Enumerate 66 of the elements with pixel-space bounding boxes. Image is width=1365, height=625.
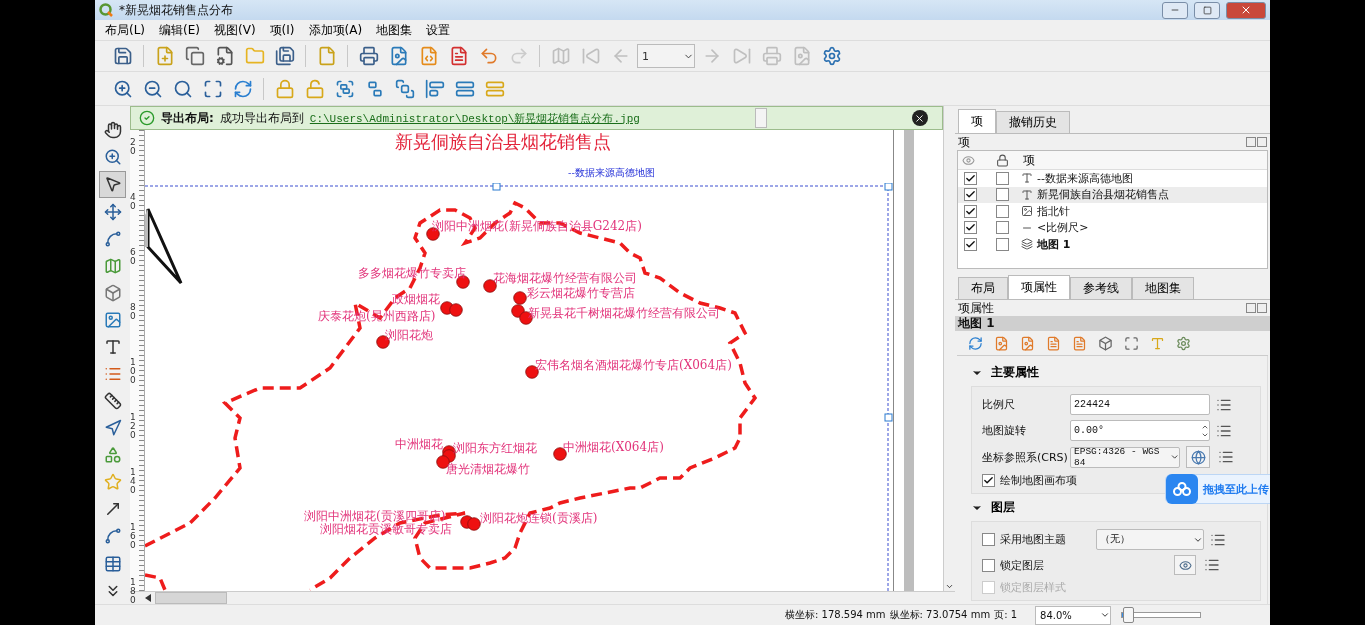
store-label: 浏阳花炮 <box>385 328 433 342</box>
store-label: 中洲烟花(X064店) <box>563 440 664 454</box>
checkbox-label: 锁定图层样式 <box>1000 580 1066 595</box>
scale-field[interactable]: 224424 <box>1070 394 1210 415</box>
item-name: --数据来源高德地图 <box>1037 170 1134 186</box>
ruler-number: 20 <box>130 138 137 156</box>
menu-item[interactable]: 地图集 <box>369 19 420 41</box>
page-indicator: 页: 1 <box>994 608 1018 622</box>
item-header: 地图 1 <box>955 316 1270 331</box>
crs-dropdown[interactable]: EPSG:4326 - WGS 84 <box>1070 446 1180 468</box>
column-header: 项 <box>1022 151 1036 169</box>
y-coordinate: 纵坐标: 73.0754 mm <box>889 608 991 622</box>
ruler-number: 60 <box>130 248 137 266</box>
map-subtitle: --数据来源高德地图 <box>568 166 655 180</box>
message-title: 导出布局: <box>161 109 214 127</box>
ruler-number: 180 <box>130 578 137 604</box>
panel-title: 项属性 <box>958 299 994 317</box>
store-label: 中洲烟花 <box>395 437 443 451</box>
store-label: 花海烟花爆竹经营有限公司 <box>493 271 637 285</box>
ruler-number: 40 <box>130 193 137 211</box>
item-name: <比例尺> <box>1037 220 1090 236</box>
panel-tab[interactable]: 项 <box>958 109 996 133</box>
ruler-number: 140 <box>130 468 137 495</box>
panel-tab[interactable]: 地图集 <box>1132 277 1194 299</box>
panel-title: 项 <box>958 133 970 151</box>
message-text: 成功导出布局到 <box>219 109 304 127</box>
item-name: 地图 1 <box>1037 236 1072 252</box>
store-label: 新晃县花千树烟花爆竹经营有限公司 <box>528 306 720 320</box>
field-label: 比例尺 <box>982 397 1016 412</box>
menu-item[interactable]: 布局(L) <box>98 19 153 41</box>
store-label: 政烟烟花 <box>392 292 440 306</box>
store-label: 彩云烟花爆竹专营店 <box>527 286 635 300</box>
ruler-number: 120 <box>130 413 137 440</box>
file-path-link[interactable]: C:\Users\Administrator\Desktop\新晃烟花销售点分布.jpg <box>309 110 640 126</box>
upload-drop-toast[interactable]: 拖拽至此上传 <box>1165 474 1270 504</box>
checkbox-label: 绘制地图画布项 <box>1000 473 1077 488</box>
checkbox-label: 锁定图层 <box>1000 557 1044 573</box>
store-label: 浏阳中洲烟花(贡溪四哥店) <box>304 509 446 523</box>
menu-item[interactable]: 设置 <box>419 19 458 41</box>
field-label: 地图旋转 <box>982 423 1027 438</box>
section-header[interactable]: 主要属性 <box>971 364 1261 381</box>
panel-tab[interactable]: 参考线 <box>1070 277 1132 299</box>
item-name: 指北针 <box>1037 203 1071 219</box>
menu-item[interactable]: 项(I) <box>262 19 302 41</box>
menu-item[interactable]: 添加项(A) <box>301 19 370 41</box>
checkbox-label: 采用地图主题 <box>1000 532 1066 547</box>
x-coordinate: 横坐标: 178.594 mm <box>785 608 886 622</box>
window-title: *新晃烟花销售点分布 <box>119 1 234 19</box>
store-label: 浏阳花炮连锁(贡溪店) <box>480 511 598 525</box>
store-label: 多多烟花爆竹专卖店 <box>358 266 466 280</box>
menu-item[interactable]: 视图(V) <box>207 19 263 41</box>
ruler-number: 80 <box>130 303 137 321</box>
zoom-dropdown[interactable]: 84.0% <box>1035 605 1112 625</box>
map-title: 新晃侗族自治县烟花销售点 <box>395 130 611 154</box>
panel-tab[interactable]: 项属性 <box>1008 275 1070 299</box>
theme-dropdown[interactable]: （无） <box>1096 529 1204 550</box>
menu-item[interactable]: 编辑(E) <box>152 19 207 41</box>
panel-tab[interactable]: 布局 <box>958 277 1008 299</box>
ruler-number: 100 <box>130 358 137 385</box>
item-name: 新晃侗族自治县烟花销售点 <box>1037 187 1170 203</box>
store-label: 唐光清烟花爆竹 <box>446 462 530 476</box>
store-label: 宏伟名烟名酒烟花爆竹专店(X064店) <box>535 358 732 372</box>
ruler-number: 160 <box>130 523 137 550</box>
rotation-field[interactable]: 0.00° <box>1070 420 1210 441</box>
store-label: 浏阳东方红烟花 <box>453 441 537 455</box>
panel-tab[interactable]: 撤销历史 <box>996 111 1070 133</box>
